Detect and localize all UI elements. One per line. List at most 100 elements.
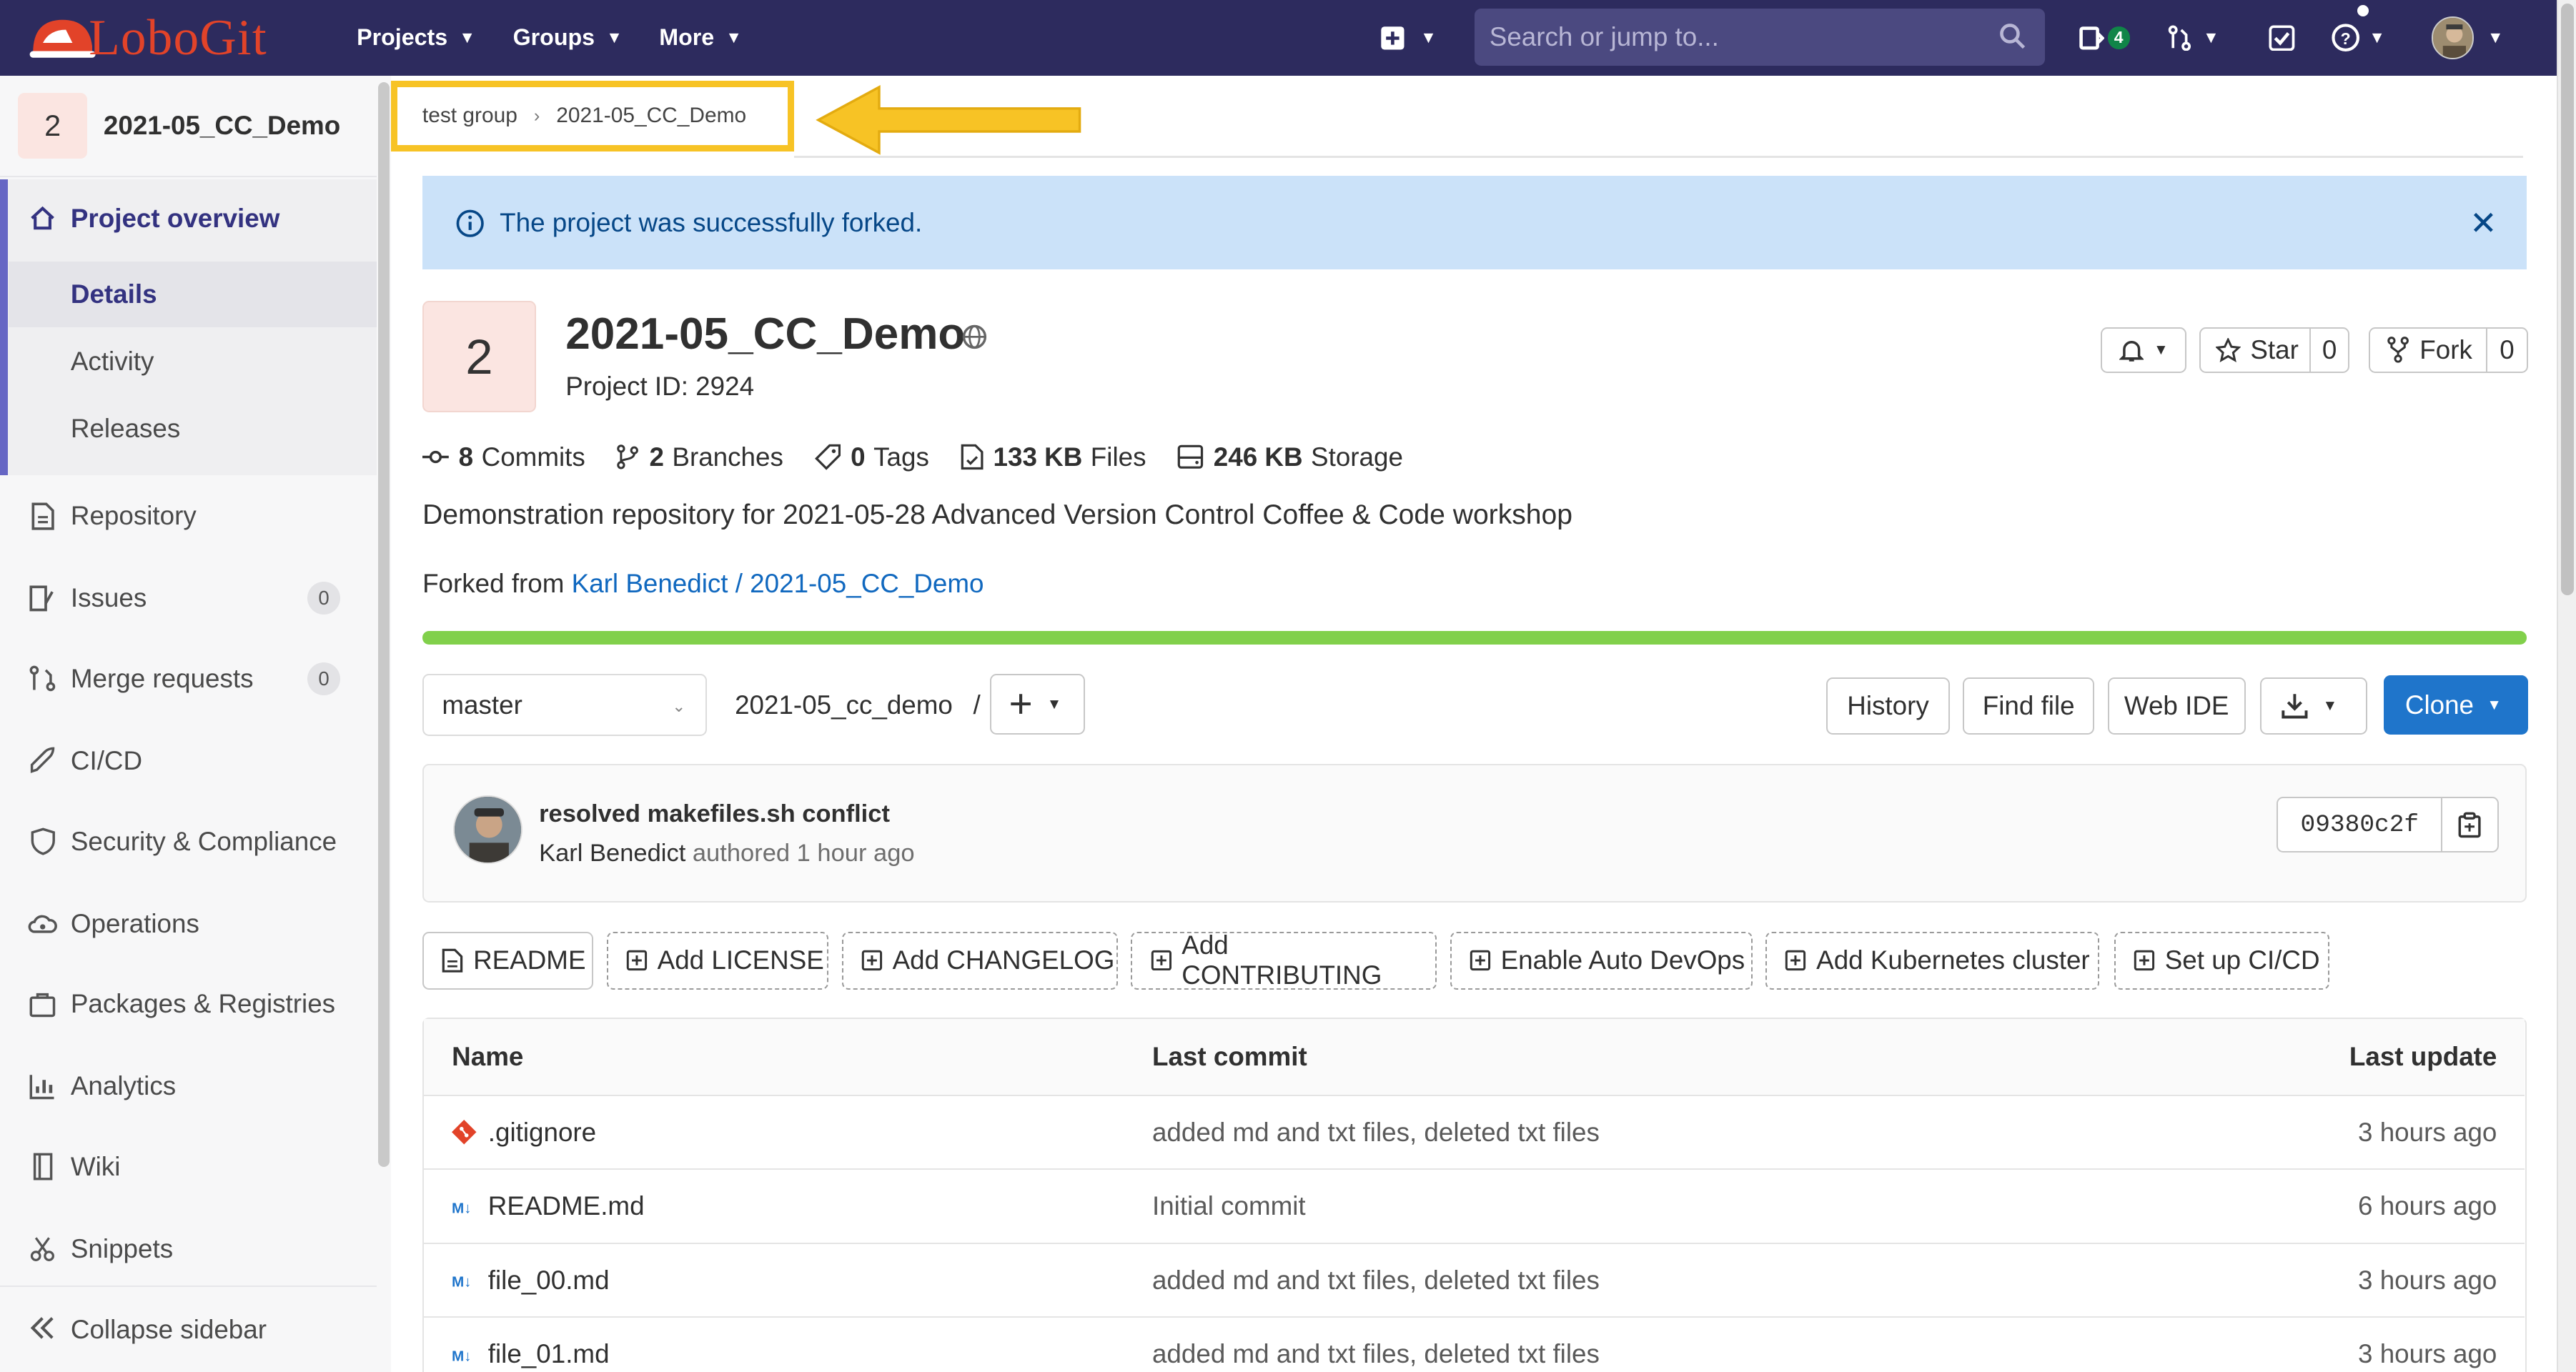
sidebar-scrollbar-thumb[interactable]: [377, 81, 390, 1167]
table-row[interactable]: M↓ README.md Initial commit 6 hours ago: [424, 1170, 2525, 1244]
web-ide-button[interactable]: Web IDE: [2107, 677, 2246, 735]
file-last-commit[interactable]: added md and txt files, deleted txt file…: [1152, 1318, 1600, 1372]
close-icon[interactable]: ✕: [2470, 204, 2497, 242]
stat-value: 133 KB: [993, 442, 1083, 472]
sidebar-item-label: Repository: [70, 501, 197, 531]
nav-more[interactable]: More ▼: [659, 0, 742, 76]
page-scrollbar[interactable]: [2556, 0, 2576, 1372]
file-name-cell[interactable]: M↓ README.md: [452, 1170, 644, 1243]
issues-shortcut[interactable]: 4: [2078, 0, 2130, 76]
breadcrumb-item-project[interactable]: 2021-05_CC_Demo: [556, 104, 746, 128]
clipboard-icon: [2458, 812, 2481, 838]
breadcrumb-item-group[interactable]: test group: [422, 104, 517, 128]
clone-button[interactable]: Clone ▼: [2383, 675, 2529, 735]
repository-path-separator: /: [973, 690, 981, 720]
scissors-icon: [28, 1234, 57, 1263]
add-license-button[interactable]: Add LICENSE: [606, 932, 829, 990]
avatar[interactable]: [453, 795, 523, 865]
new-item-dropdown[interactable]: ▼: [1379, 0, 1437, 76]
notification-dropdown[interactable]: ▼: [2101, 327, 2186, 374]
storage-icon: [1177, 445, 1204, 469]
collapse-sidebar-button[interactable]: Collapse sidebar: [0, 1285, 377, 1372]
breadcrumb: test group › 2021-05_CC_Demo: [391, 80, 794, 151]
add-contributing-button[interactable]: Add CONTRIBUTING: [1131, 930, 1437, 990]
nav-groups-label: Groups: [512, 24, 595, 51]
copy-sha-button[interactable]: [2441, 797, 2499, 853]
sidebar-item-cicd[interactable]: CI/CD: [0, 728, 377, 794]
nav-groups[interactable]: Groups ▼: [513, 0, 623, 76]
sidebar-item-project-overview[interactable]: Project overview: [0, 186, 377, 252]
fork-count[interactable]: 0: [2485, 327, 2529, 374]
project-description: Demonstration repository for 2021-05-28 …: [422, 499, 1572, 531]
document-icon: [28, 501, 57, 530]
nav-projects[interactable]: Projects ▼: [357, 0, 475, 76]
sidebar-item-issues[interactable]: Issues 0: [0, 565, 377, 631]
sidebar-scrollbar[interactable]: [376, 75, 392, 1372]
file-last-commit[interactable]: added md and txt files, deleted txt file…: [1152, 1096, 1600, 1169]
sidebar-item-snippets[interactable]: Snippets: [0, 1216, 377, 1282]
help-dropdown[interactable]: ? ▼: [2331, 0, 2385, 76]
notification-dot-icon: [2357, 4, 2369, 16]
logo[interactable]: LoboGit: [26, 10, 267, 66]
commit-author[interactable]: Karl Benedict: [539, 840, 685, 867]
forked-from-link[interactable]: Karl Benedict / 2021-05_CC_Demo: [572, 569, 984, 598]
file-last-update: 3 hours ago: [2358, 1339, 2497, 1369]
merge-requests-shortcut[interactable]: ▼: [2166, 0, 2219, 76]
add-changelog-button[interactable]: Add CHANGELOG: [841, 932, 1118, 990]
sidebar-subitem-details[interactable]: Details: [8, 261, 377, 327]
merge-request-icon: [2169, 24, 2191, 51]
branch-selector-value: master: [442, 690, 522, 720]
issues-icon: [28, 583, 57, 612]
stat-branches[interactable]: 2 Branches: [616, 442, 783, 472]
commit-sha[interactable]: 09380c2f: [2277, 797, 2443, 853]
sidebar-project-header[interactable]: 2 2021-05_CC_Demo: [0, 76, 377, 178]
table-row[interactable]: M↓ file_01.md added md and txt files, de…: [424, 1318, 2525, 1372]
file-name-cell[interactable]: .gitignore: [452, 1096, 596, 1169]
history-button[interactable]: History: [1826, 677, 1950, 735]
sidebar-item-packages[interactable]: Packages & Registries: [0, 971, 377, 1037]
annotation-arrow-icon: [816, 84, 1081, 155]
find-file-button[interactable]: Find file: [1963, 677, 2095, 735]
repository-path-root[interactable]: 2021-05_cc_demo: [735, 690, 953, 720]
user-menu[interactable]: ▼: [2431, 0, 2504, 76]
add-kubernetes-cluster-button[interactable]: Add Kubernetes cluster: [1765, 932, 2100, 990]
fork-button[interactable]: Fork: [2369, 327, 2487, 374]
sidebar-subitem-releases[interactable]: Releases: [9, 396, 377, 462]
sidebar-item-wiki[interactable]: Wiki: [0, 1134, 377, 1200]
commit-title[interactable]: resolved makefiles.sh conflict: [539, 800, 890, 828]
sidebar-item-repository[interactable]: Repository: [0, 483, 377, 549]
file-icon: [961, 444, 984, 470]
branch-selector[interactable]: master ⌄: [422, 673, 707, 737]
file-last-commit[interactable]: added md and txt files, deleted txt file…: [1152, 1244, 1600, 1317]
set-up-cicd-button[interactable]: Set up CI/CD: [2114, 932, 2330, 990]
sidebar-subitem-activity[interactable]: Activity: [9, 329, 377, 394]
add-to-tree-dropdown[interactable]: ▼: [989, 673, 1085, 735]
star-count[interactable]: 0: [2309, 327, 2349, 374]
star-button[interactable]: Star: [2199, 327, 2312, 374]
sidebar-item-security[interactable]: Security & Compliance: [0, 809, 377, 875]
tag-icon: [814, 444, 841, 471]
download-dropdown[interactable]: ▼: [2260, 677, 2367, 735]
sidebar-item-merge-requests[interactable]: Merge requests 0: [0, 646, 377, 712]
stat-tags[interactable]: 0 Tags: [814, 442, 929, 472]
readme-button[interactable]: README: [422, 932, 594, 990]
page-scrollbar-thumb[interactable]: [2561, 3, 2575, 595]
issues-count: 0: [307, 582, 341, 615]
sidebar-item-analytics[interactable]: Analytics: [0, 1053, 377, 1119]
todos-shortcut[interactable]: [2269, 0, 2295, 76]
enable-auto-devops-button[interactable]: Enable Auto DevOps: [1450, 932, 1753, 990]
fork-label: Fork: [2419, 334, 2472, 364]
stat-storage: 246 KB Storage: [1177, 442, 1403, 472]
sidebar: 2 2021-05_CC_Demo Project overview Detai…: [0, 75, 392, 1372]
stat-commits[interactable]: 8 Commits: [422, 442, 585, 472]
chevron-down-icon: ▼: [1046, 695, 1062, 712]
file-last-commit[interactable]: Initial commit: [1152, 1170, 1306, 1243]
file-name-cell[interactable]: M↓ file_00.md: [452, 1244, 609, 1317]
file-last-update: 3 hours ago: [2358, 1265, 2497, 1295]
table-row[interactable]: .gitignore added md and txt files, delet…: [424, 1096, 2525, 1170]
search-input[interactable]: Search or jump to...: [1475, 8, 2046, 66]
file-name-cell[interactable]: M↓ file_01.md: [452, 1318, 609, 1372]
sidebar-item-operations[interactable]: Operations: [0, 891, 377, 957]
star-label: Star: [2250, 334, 2299, 364]
table-row[interactable]: M↓ file_00.md added md and txt files, de…: [424, 1244, 2525, 1318]
